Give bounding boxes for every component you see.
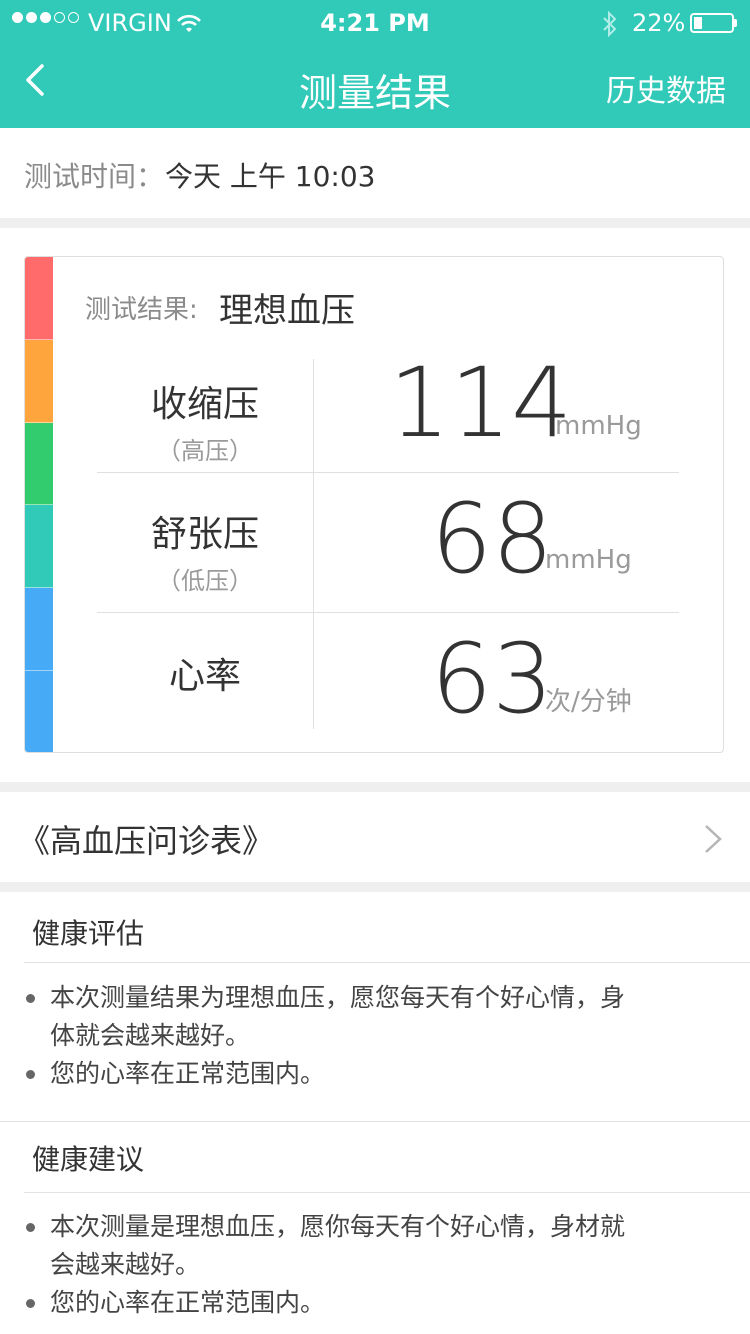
advice-item: 您的心率在正常范围内。 [26, 1284, 646, 1322]
battery-icon [690, 13, 734, 33]
chevron-right-icon [705, 825, 722, 853]
scale-segment [25, 588, 53, 672]
status-bar: VIRGIN 4:21 PM 22% [0, 0, 750, 46]
diastolic-unit: mmHg [545, 545, 632, 575]
hypertension-questionnaire-link[interactable]: 《高血压问诊表》 [0, 792, 750, 882]
test-time-row: 测试时间： 今天 上午 10:03 [0, 128, 750, 218]
battery-level-fill [694, 17, 702, 29]
assessment-item-text: 本次测量结果为理想血压，愿您每天有个好心情，身体就会越来越好。 [50, 983, 626, 1050]
result-value: 理想血压 [219, 291, 355, 331]
row-divider [97, 612, 679, 613]
advice-item-text: 您的心率在正常范围内。 [50, 1288, 326, 1317]
header-bar: VIRGIN 4:21 PM 22% 测量结果 历史数据 [0, 0, 750, 128]
battery-percent: 22% [632, 9, 686, 37]
section-separator [0, 218, 750, 228]
systolic-label: 收缩压 （高压） [97, 375, 313, 466]
diastolic-value: 68 [431, 483, 554, 595]
diastolic-sub: （低压） [157, 567, 253, 595]
row-divider [97, 472, 679, 473]
section-divider [24, 1192, 750, 1193]
diastolic-label: 舒张压 （低压） [97, 505, 313, 596]
test-time-label: 测试时间： [24, 160, 165, 193]
advice-item: 本次测量是理想血压，愿你每天有个好心情，身材就会越来越好。 [26, 1208, 646, 1284]
result-label: 测试结果: [85, 295, 198, 325]
history-data-button[interactable]: 历史数据 [606, 66, 726, 110]
systolic-name: 收缩压 [150, 384, 259, 425]
section-divider [0, 1121, 750, 1122]
scale-segment [25, 339, 53, 423]
advice-item-text: 本次测量是理想血压，愿你每天有个好心情，身材就会越来越好。 [50, 1212, 626, 1279]
heart-rate-name: 心率 [168, 656, 241, 697]
systolic-sub: （高压） [157, 437, 253, 465]
scale-segment [25, 422, 53, 506]
test-time-value: 今天 上午 10:03 [165, 160, 376, 193]
result-card: 测试结果: 理想血压 收缩压 （高压） 114 mmHg 舒张压 （低压） 68… [24, 256, 724, 753]
scale-segment [25, 257, 53, 340]
health-assessment-title: 健康评估 [32, 917, 145, 950]
health-advice-title: 健康建议 [32, 1143, 145, 1176]
diastolic-name: 舒张压 [150, 514, 259, 555]
blood-pressure-scale-bar [25, 257, 53, 752]
heart-rate-label: 心率 [97, 647, 313, 699]
assessment-item-text: 您的心率在正常范围内。 [50, 1059, 326, 1088]
section-separator [0, 782, 750, 792]
systolic-value: 114 [389, 347, 573, 459]
systolic-unit: mmHg [555, 411, 642, 441]
battery-tip [734, 19, 737, 27]
scale-segment [25, 505, 53, 589]
column-divider [313, 359, 314, 729]
assessment-item: 您的心率在正常范围内。 [26, 1055, 646, 1093]
heart-rate-value: 63 [431, 623, 554, 735]
bluetooth-icon [600, 10, 620, 44]
questionnaire-label: 《高血压问诊表》 [18, 822, 275, 860]
assessment-item: 本次测量结果为理想血压，愿您每天有个好心情，身体就会越来越好。 [26, 979, 646, 1055]
heart-rate-unit: 次/分钟 [545, 687, 632, 717]
scale-segment [25, 671, 53, 752]
section-separator [0, 882, 750, 892]
section-divider [24, 962, 750, 963]
